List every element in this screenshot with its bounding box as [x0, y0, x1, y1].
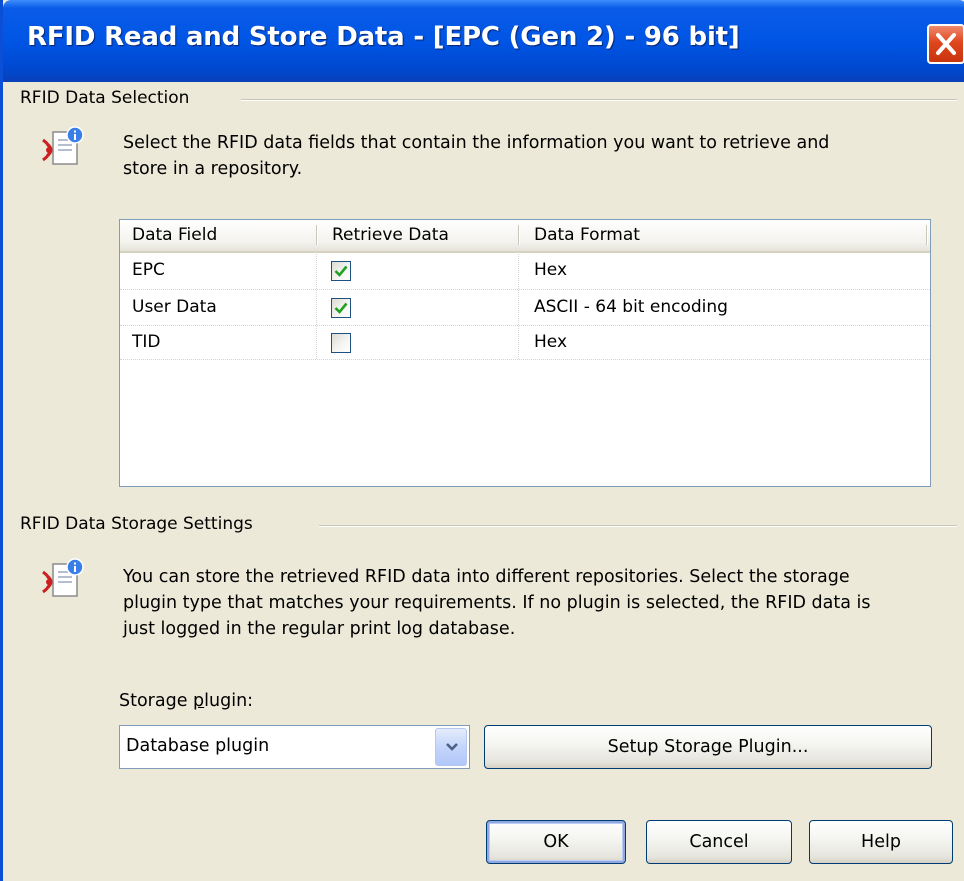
chevron-down-icon: [446, 743, 458, 751]
storage-description-line: just logged in the regular print log dat…: [123, 619, 516, 639]
list-header: Data Field Retrieve Data Data Format: [120, 220, 930, 253]
row-format: ASCII - 64 bit encoding: [534, 297, 728, 317]
row-field: TID: [132, 332, 161, 352]
storage-plugin-select[interactable]: Database plugin: [119, 725, 470, 769]
storage-plugin-label: Storage plugin:: [119, 691, 253, 711]
retrieve-checkbox[interactable]: [331, 261, 351, 281]
column-header-data-field[interactable]: Data Field: [132, 225, 217, 245]
row-field: User Data: [132, 297, 217, 317]
ok-button[interactable]: OK: [486, 820, 626, 864]
storage-group-line: [319, 525, 957, 527]
row-divider: [120, 359, 930, 360]
column-separator[interactable]: [316, 225, 317, 245]
storage-plugin-label-suffix: lugin:: [204, 691, 254, 711]
column-header-data-format[interactable]: Data Format: [534, 225, 640, 245]
close-icon: [936, 33, 956, 55]
checkmark-icon: [334, 302, 348, 314]
data-field-list[interactable]: Data Field Retrieve Data Data Format EPC…: [119, 219, 931, 487]
rfid-info-icon: [42, 558, 84, 597]
column-separator[interactable]: [518, 225, 519, 245]
storage-description-line: plugin type that matches your requiremen…: [123, 593, 871, 613]
storage-group-label: RFID Data Storage Settings: [20, 514, 263, 534]
selection-group-line: [241, 99, 957, 101]
rfid-info-icon: [42, 126, 84, 165]
storage-description-line: You can store the retrieved RFID data in…: [123, 567, 850, 587]
storage-plugin-label-accel: p: [193, 691, 205, 711]
column-separator[interactable]: [926, 225, 927, 245]
row-format: Hex: [534, 260, 568, 280]
dropdown-button[interactable]: [435, 728, 467, 766]
column-header-retrieve-data[interactable]: Retrieve Data: [332, 225, 449, 245]
close-button[interactable]: [927, 24, 964, 64]
table-row[interactable]: EPC Hex: [120, 253, 930, 289]
window-title: RFID Read and Store Data - [EPC (Gen 2) …: [27, 22, 740, 52]
setup-storage-plugin-button[interactable]: Setup Storage Plugin...: [484, 725, 932, 769]
storage-description: You can store the retrieved RFID data in…: [123, 564, 871, 642]
dialog-window: RFID Read and Store Data - [EPC (Gen 2) …: [0, 0, 964, 881]
retrieve-checkbox[interactable]: [331, 333, 351, 353]
selection-description: Select the RFID data fields that contain…: [123, 130, 829, 182]
retrieve-checkbox[interactable]: [331, 298, 351, 318]
checkmark-icon: [334, 265, 348, 277]
selection-group-label: RFID Data Selection: [20, 88, 200, 108]
storage-plugin-value: Database plugin: [126, 736, 270, 756]
table-row[interactable]: TID Hex: [120, 325, 930, 361]
selection-description-line: Select the RFID data fields that contain…: [123, 133, 830, 153]
table-row[interactable]: User Data ASCII - 64 bit encoding: [120, 290, 930, 326]
selection-description-line: store in a repository.: [123, 159, 303, 179]
storage-plugin-label-prefix: Storage: [119, 691, 194, 711]
cancel-button[interactable]: Cancel: [646, 820, 792, 864]
row-format: Hex: [534, 332, 568, 352]
help-button[interactable]: Help: [809, 820, 953, 864]
title-bar[interactable]: RFID Read and Store Data - [EPC (Gen 2) …: [3, 0, 964, 82]
row-field: EPC: [132, 260, 165, 280]
